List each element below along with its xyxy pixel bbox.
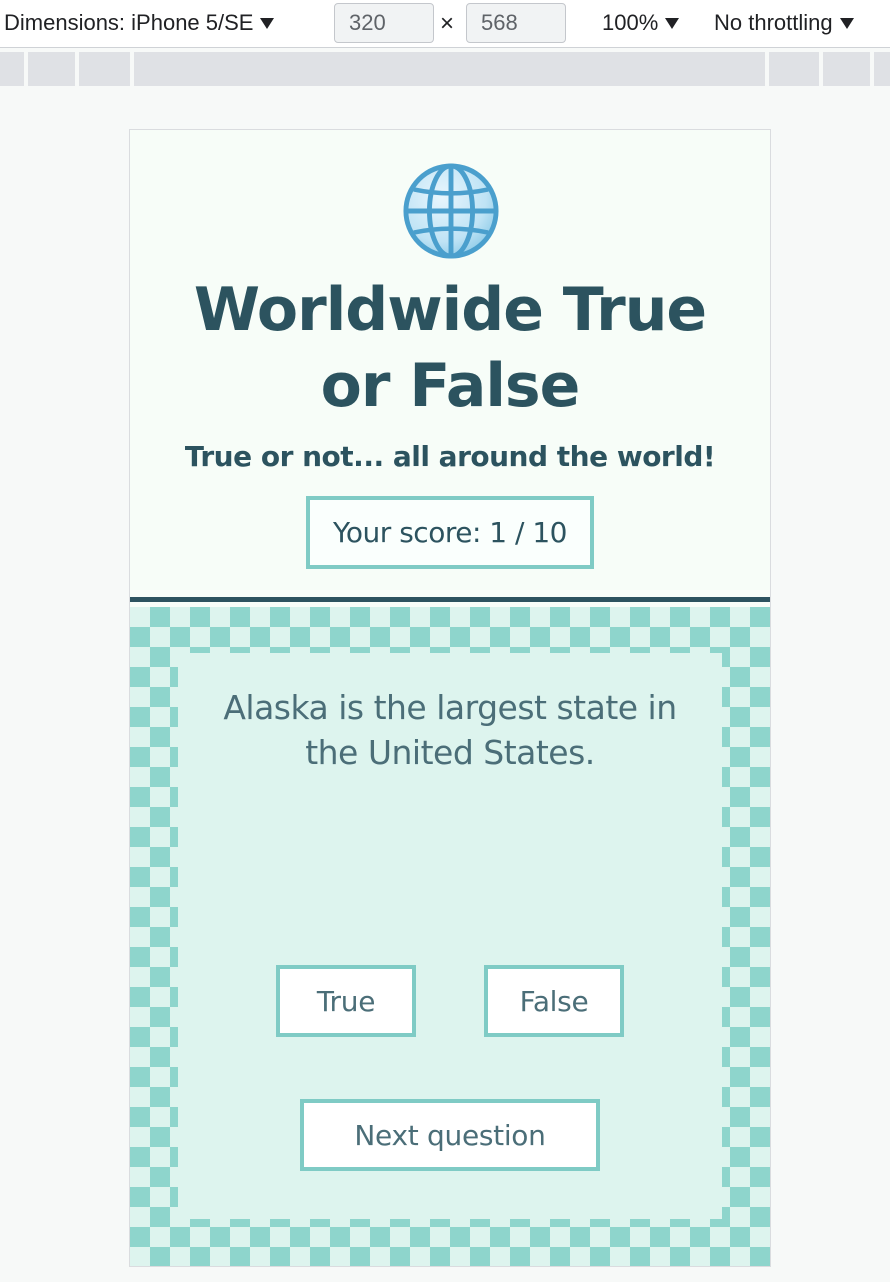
media-query-ruler[interactable] bbox=[0, 52, 890, 86]
question-text: Alaska is the largest state in the Unite… bbox=[223, 688, 677, 772]
device-toolbar: Dimensions: iPhone 5/SE × 100% No thrott… bbox=[0, 0, 890, 48]
app-header: Worldwide True or False True or not... a… bbox=[130, 130, 770, 602]
score-label: Your score: 1 / 10 bbox=[333, 516, 567, 549]
ruler-divider bbox=[870, 52, 874, 86]
score-badge: Your score: 1 / 10 bbox=[306, 496, 594, 569]
ruler-divider bbox=[24, 52, 28, 86]
page-title: Worldwide True or False bbox=[193, 275, 707, 421]
throttling-label: No throttling bbox=[714, 10, 833, 35]
dropdown-caret-icon bbox=[665, 17, 680, 29]
device-dimensions-dropdown[interactable]: Dimensions: iPhone 5/SE bbox=[4, 10, 275, 36]
next-question-button[interactable]: Next question bbox=[300, 1099, 600, 1171]
viewport-height-input[interactable] bbox=[466, 3, 566, 43]
dropdown-caret-icon bbox=[260, 17, 275, 29]
ruler-divider bbox=[75, 52, 79, 86]
throttling-dropdown[interactable]: No throttling bbox=[714, 10, 854, 36]
device-viewport: Worldwide True or False True or not... a… bbox=[129, 129, 771, 1267]
dimension-separator: × bbox=[440, 10, 455, 37]
dropdown-caret-icon bbox=[839, 17, 854, 29]
question-card: Alaska is the largest state in the Unite… bbox=[178, 653, 722, 1219]
false-button[interactable]: False bbox=[484, 965, 624, 1037]
ruler-divider bbox=[765, 52, 769, 86]
zoom-label: 100% bbox=[602, 10, 659, 35]
ruler-divider bbox=[819, 52, 823, 86]
globe-icon bbox=[403, 163, 499, 259]
quiz-area: Alaska is the largest state in the Unite… bbox=[130, 607, 770, 1266]
true-button[interactable]: True bbox=[276, 965, 416, 1037]
viewport-width-input[interactable] bbox=[334, 3, 434, 43]
page-subtitle: True or not... all around the world! bbox=[184, 440, 716, 473]
zoom-dropdown[interactable]: 100% bbox=[602, 10, 680, 36]
ruler-divider bbox=[130, 52, 134, 86]
device-dimensions-label: Dimensions: iPhone 5/SE bbox=[4, 10, 254, 35]
